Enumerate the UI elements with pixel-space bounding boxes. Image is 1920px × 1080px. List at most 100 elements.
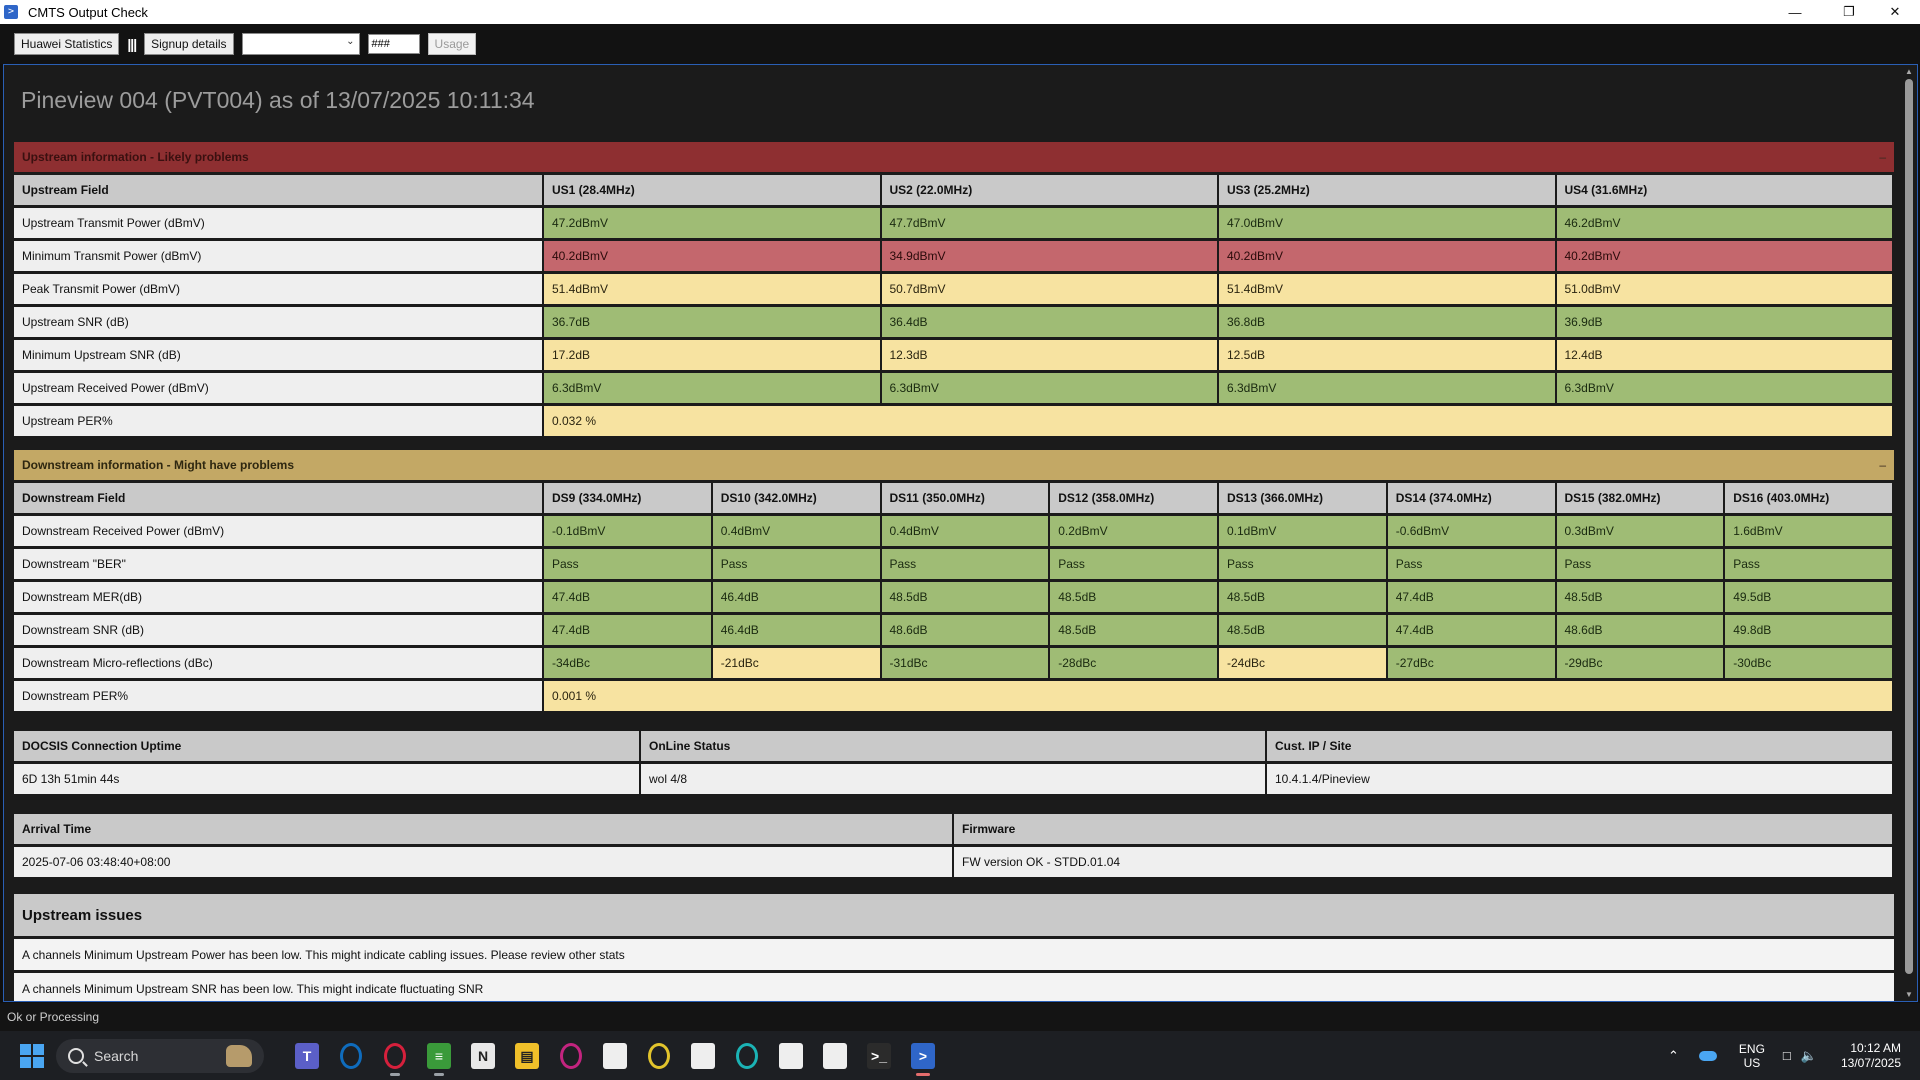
upstream-field-label: Peak Transmit Power (dBmV) (14, 274, 544, 304)
app-n-icon[interactable]: N (469, 1042, 497, 1070)
windows-start-icon[interactable] (20, 1044, 44, 1068)
upstream-value-cell: 40.2dBmV (1556, 241, 1894, 271)
upstream-value-cell: 36.7dB (544, 307, 882, 337)
downstream-value-cell: -21dBc (712, 648, 882, 678)
downstream-value-cell: 47.4dB (544, 582, 713, 612)
downstream-value-cell: -34dBc (544, 648, 713, 678)
volume-icon[interactable]: 🔈 (1801, 1048, 1817, 1064)
downstream-value-cell: Pass (1725, 549, 1894, 579)
downstream-value-cell: -24dBc (1219, 648, 1388, 678)
downstream-value-cell: 0.2dBmV (1050, 516, 1219, 546)
taskbar: Search T ≡ N ▤ >_ > ⌃ ENG US □ 🔈 10:12 AM 13/… (0, 1031, 1920, 1080)
upstream-value-cell: 12.5dB (1219, 340, 1557, 370)
upstream-channel-header: US4 (31.6MHz) (1556, 175, 1894, 205)
downstream-value-cell: Pass (1219, 549, 1388, 579)
scroll-up-icon[interactable]: ▲ (1904, 67, 1914, 76)
firmware-header: Firmware (954, 814, 1894, 844)
table-row: Upstream SNR (dB) 36.7dB 36.4dB 36.8dB 36.9d… (14, 307, 1894, 337)
issue-item: A channels Minimum Upstream SNR has been… (14, 973, 1894, 1001)
terminal-icon[interactable]: >_ (865, 1042, 893, 1070)
clock-time: 10:12 AM (1850, 1040, 1902, 1055)
downstream-value-cell: 48.5dB (881, 582, 1051, 612)
maximize-icon[interactable]: ❐ (1826, 0, 1872, 24)
signup-details-button[interactable]: Signup details (144, 33, 234, 55)
status-text: Ok or Processing (7, 1010, 100, 1024)
table-row: Minimum Upstream SNR (dB) 17.2dB 12.3dB 12.… (14, 340, 1894, 370)
toolbar: Huawei Statistics ||| Signup details ⌄ #… (0, 24, 1920, 64)
file-icon[interactable] (777, 1042, 805, 1070)
uptime-value: 6D 13h 51min 44s (14, 764, 641, 794)
opera-teal-icon[interactable] (733, 1042, 761, 1070)
search-highlight-icon (226, 1045, 252, 1067)
notepad-green-icon[interactable]: ≡ (425, 1042, 453, 1076)
powershell-icon[interactable]: > (909, 1042, 937, 1076)
table-row: Downstream MER(dB) 47.4dB 46.4dB 48.5dB 48.5… (14, 582, 1894, 612)
downstream-value-cell: Pass (544, 549, 713, 579)
downstream-value-cell: Pass (1387, 549, 1557, 579)
chevron-up-icon[interactable]: ⌃ (1668, 1048, 1679, 1064)
downstream-field-label: Downstream "BER" (14, 549, 544, 579)
scrollbar-thumb[interactable] (1905, 79, 1913, 974)
opera-gx-icon[interactable] (557, 1042, 585, 1070)
file-explorer-icon[interactable]: ▤ (513, 1042, 541, 1070)
file-icon[interactable] (601, 1042, 629, 1070)
collapse-icon[interactable]: – (1879, 150, 1886, 164)
downstream-value-cell: -30dBc (1725, 648, 1894, 678)
downstream-value-cell: 46.4dB (712, 615, 882, 645)
downstream-value-cell: 0.4dBmV (881, 516, 1051, 546)
upstream-value-cell: 34.9dBmV (881, 241, 1219, 271)
upstream-field-label: Upstream Transmit Power (dBmV) (14, 208, 544, 238)
upstream-field-label: Upstream Received Power (dBmV) (14, 373, 544, 403)
upstream-issues-header: Upstream issues (14, 894, 1894, 936)
downstream-value-cell: 49.8dB (1725, 615, 1894, 645)
taskbar-search[interactable]: Search (56, 1039, 264, 1073)
upstream-channel-header: US3 (25.2MHz) (1219, 175, 1557, 205)
online-status-header: OnLine Status (641, 731, 1267, 761)
upstream-section-title: Upstream information - Likely problems (22, 150, 249, 164)
file-icon[interactable] (821, 1042, 849, 1070)
downstream-channel-header: DS14 (374.0MHz) (1387, 483, 1557, 513)
clock[interactable]: 10:12 AM 13/07/2025 (1841, 1041, 1901, 1071)
collapse-icon[interactable]: – (1879, 458, 1886, 472)
huawei-statistics-button[interactable]: Huawei Statistics (14, 33, 120, 55)
network-icon[interactable]: □ (1783, 1048, 1791, 1063)
node-dropdown[interactable]: ⌄ (241, 33, 360, 55)
upstream-field-header: Upstream Field (14, 175, 544, 205)
page-title: Pineview 004 (PVT004) as of 13/07/2025 1… (21, 87, 535, 113)
report-panel: Pineview 004 (PVT004) as of 13/07/2025 1… (3, 64, 1918, 1002)
table-row: Upstream Received Power (dBmV) 6.3dBmV 6.3… (14, 373, 1894, 403)
downstream-value-cell: 47.4dB (1387, 615, 1557, 645)
language-indicator[interactable]: ENG US (1739, 1042, 1765, 1070)
downstream-section-header[interactable]: Downstream information - Might have prob… (14, 450, 1894, 480)
file-icon[interactable] (689, 1042, 717, 1070)
downstream-channel-header: DS15 (382.0MHz) (1556, 483, 1726, 513)
onedrive-icon[interactable] (1698, 1050, 1717, 1061)
language-label: ENG (1738, 1041, 1765, 1056)
close-icon[interactable]: ✕ (1872, 0, 1918, 24)
downstream-value-cell: Pass (881, 549, 1051, 579)
scroll-down-icon[interactable]: ▼ (1904, 990, 1914, 999)
upstream-value-cell: 40.2dBmV (544, 241, 882, 271)
opera-icon[interactable] (381, 1042, 409, 1076)
outlook-icon[interactable] (337, 1042, 365, 1070)
upstream-section-header[interactable]: Upstream information - Likely problems – (14, 142, 1894, 172)
downstream-per-value: 0.001 % (544, 681, 1894, 711)
downstream-value-cell: 47.4dB (1387, 582, 1557, 612)
upstream-field-label: Upstream SNR (dB) (14, 307, 544, 337)
minimize-icon[interactable]: — (1772, 0, 1818, 24)
downstream-field-label: Downstream MER(dB) (14, 582, 544, 612)
node-input[interactable]: ### (367, 34, 420, 54)
downstream-value-cell: Pass (1556, 549, 1726, 579)
downstream-per-label: Downstream PER% (14, 681, 544, 711)
downstream-value-cell: 1.6dBmV (1725, 516, 1894, 546)
downstream-channel-header: DS11 (350.0MHz) (881, 483, 1051, 513)
vertical-scrollbar[interactable]: ▲ ▼ (1902, 65, 1916, 1001)
downstream-field-label: Downstream SNR (dB) (14, 615, 544, 645)
issue-item: A channels Minimum Upstream Power has be… (14, 939, 1894, 970)
opera-yellow-icon[interactable] (645, 1042, 673, 1070)
teams-icon[interactable]: T (293, 1042, 321, 1070)
downstream-value-cell: 48.5dB (1219, 582, 1388, 612)
usage-button[interactable]: Usage (427, 33, 477, 55)
downstream-value-cell: -28dBc (1050, 648, 1219, 678)
upstream-value-cell: 36.8dB (1219, 307, 1557, 337)
